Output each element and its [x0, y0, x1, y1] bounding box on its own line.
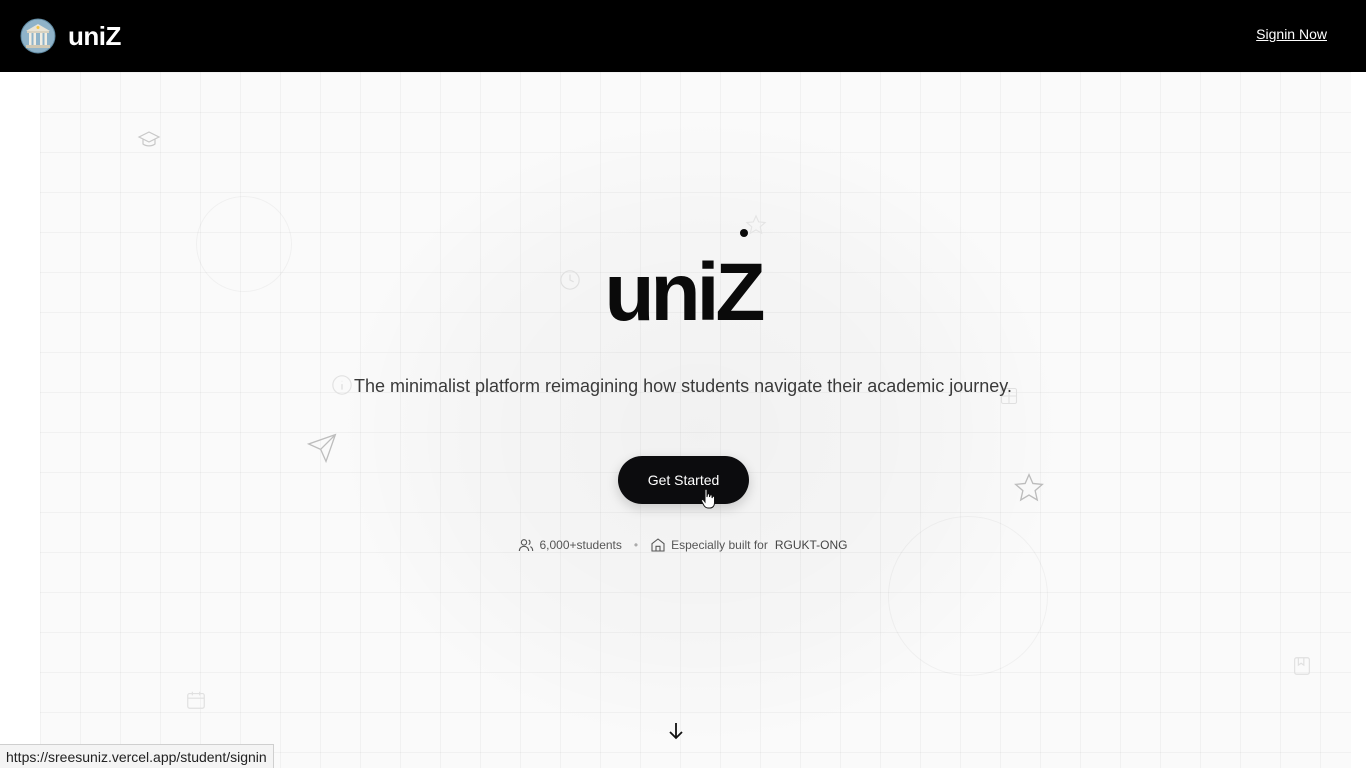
hero-meta: 6,000+ students • Especially built for RG… [0, 537, 1366, 553]
star-icon [1014, 473, 1044, 502]
built-for-label: Especially built for [671, 538, 768, 552]
hand-pointer-cursor-icon [700, 488, 715, 509]
home-icon [651, 538, 665, 552]
signin-link[interactable]: Signin Now [1256, 26, 1327, 42]
meta-separator: • [633, 538, 639, 552]
students-stat: 6,000+ students [518, 537, 622, 553]
brand[interactable]: uniZ [20, 18, 121, 54]
hero-title: uniZ [604, 247, 765, 338]
graduation-cap-icon [137, 131, 161, 147]
students-count: 6,000+ [539, 538, 577, 552]
university-logo-icon [20, 18, 56, 54]
students-label: students [576, 538, 622, 552]
bookmark-icon [1294, 657, 1310, 675]
hero-tagline: The minimalist platform reimagining how … [354, 376, 1012, 396]
built-for-target: RGUKT-ONG [774, 538, 848, 552]
status-bar-url: https://sreesuniz.vercel.app/student/sig… [0, 744, 274, 768]
users-icon [519, 539, 534, 552]
star-outline-icon [745, 214, 767, 235]
calendar-icon [187, 691, 205, 709]
hero-section [0, 72, 1351, 768]
get-started-button[interactable]: Get Started [618, 456, 749, 504]
brand-name: uniZ [68, 20, 121, 51]
title-accent-dot [740, 229, 748, 237]
built-for-info: Especially built for RGUKT-ONG [650, 537, 848, 553]
arrow-down-icon[interactable] [667, 721, 685, 741]
scrollbar-track[interactable] [1351, 72, 1366, 768]
paper-plane-icon [306, 433, 337, 464]
top-navbar: uniZ Signin Now [0, 0, 1366, 72]
